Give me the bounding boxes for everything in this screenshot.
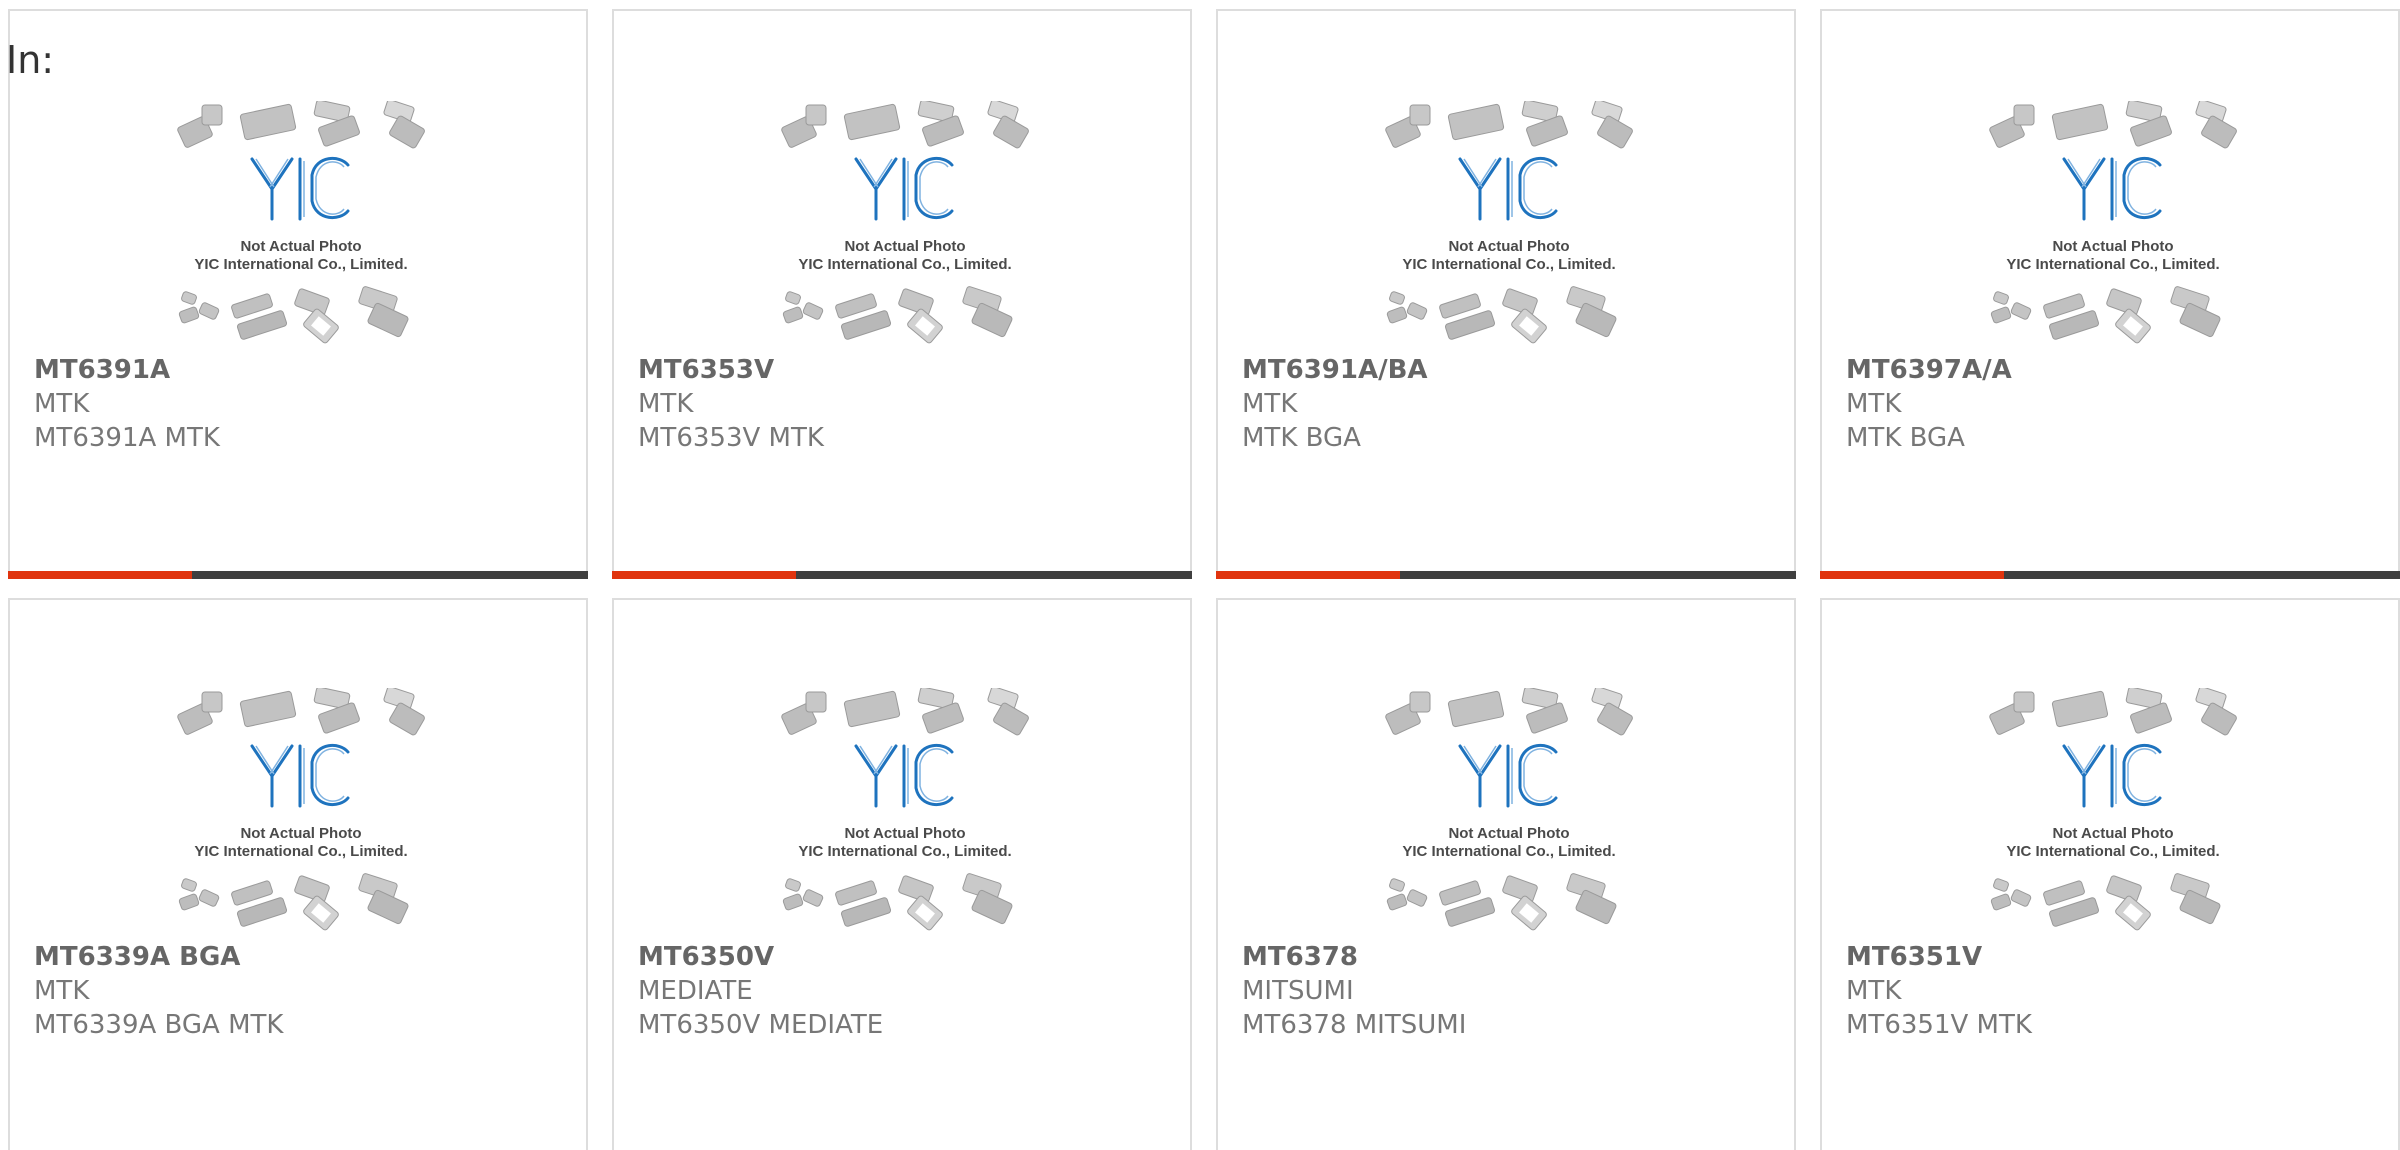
photo-caption-line1: Not Actual Photo [844, 238, 965, 255]
yic-logo-icon [854, 156, 954, 221]
product-card[interactable]: Not Actual Photo YIC International Co., L… [8, 9, 588, 579]
card-footer-bar [8, 571, 588, 579]
in-label: In: [6, 38, 55, 82]
product-description: MT6353V MTK [638, 423, 824, 453]
product-manufacturer: MTK [1242, 389, 1298, 419]
product-description: MTK BGA [1242, 423, 1361, 453]
product-part-number[interactable]: MT6391A [34, 353, 576, 387]
product-part-number[interactable]: MT6350V [638, 940, 1180, 974]
product-info: MT6378 MITSUMI MT6378 MITSUMI [1242, 940, 1784, 1042]
yic-logo-icon [2062, 743, 2162, 808]
product-manufacturer: MTK [1846, 976, 1902, 1006]
photo-caption-line1: Not Actual Photo [2052, 825, 2173, 842]
photo-caption-line2: YIC International Co., Limited. [2006, 843, 2219, 860]
product-part-number[interactable]: MT6397A/A [1846, 353, 2388, 387]
photo-caption-line1: Not Actual Photo [1448, 825, 1569, 842]
photo-caption-line1: Not Actual Photo [240, 825, 361, 842]
product-info: MT6350V MEDIATE MT6350V MEDIATE [638, 940, 1180, 1042]
product-info: MT6397A/A MTK MTK BGA [1846, 353, 2388, 455]
photo-caption-line2: YIC International Co., Limited. [194, 256, 407, 273]
product-card[interactable]: Not Actual Photo YIC International Co., L… [8, 598, 588, 1150]
product-part-number[interactable]: MT6353V [638, 353, 1180, 387]
product-photo[interactable]: Not Actual Photo YIC International Co., L… [774, 686, 1036, 936]
card-footer-accent [612, 571, 796, 579]
product-card[interactable]: Not Actual Photo YIC International Co., L… [612, 598, 1192, 1150]
product-info: MT6351V MTK MT6351V MTK [1846, 940, 2388, 1042]
yic-logo-icon [1458, 156, 1558, 221]
product-manufacturer: MTK [34, 976, 90, 1006]
product-description: MT6351V MTK [1846, 1010, 2032, 1040]
product-part-number[interactable]: MT6391A/BA [1242, 353, 1784, 387]
product-photo[interactable]: Not Actual Photo YIC International Co., L… [1982, 686, 2244, 936]
product-description: MT6350V MEDIATE [638, 1010, 884, 1040]
product-card[interactable]: Not Actual Photo YIC International Co., L… [1216, 598, 1796, 1150]
product-card[interactable]: Not Actual Photo YIC International Co., L… [1216, 9, 1796, 579]
photo-caption-line2: YIC International Co., Limited. [194, 843, 407, 860]
card-footer-accent [8, 571, 192, 579]
product-description: MT6391A MTK [34, 423, 220, 453]
photo-caption-line1: Not Actual Photo [2052, 238, 2173, 255]
product-card[interactable]: Not Actual Photo YIC International Co., L… [1820, 598, 2400, 1150]
product-photo[interactable]: Not Actual Photo YIC International Co., L… [1378, 686, 1640, 936]
product-photo[interactable]: Not Actual Photo YIC International Co., L… [774, 99, 1036, 349]
product-description: MT6378 MITSUMI [1242, 1010, 1467, 1040]
photo-caption-line1: Not Actual Photo [1448, 238, 1569, 255]
product-manufacturer: MITSUMI [1242, 976, 1354, 1006]
card-footer-bar [1820, 571, 2400, 579]
yic-logo-icon [1458, 743, 1558, 808]
product-photo[interactable]: Not Actual Photo YIC International Co., L… [1378, 99, 1640, 349]
yic-logo-icon [250, 156, 350, 221]
product-photo[interactable]: Not Actual Photo YIC International Co., L… [170, 686, 432, 936]
product-manufacturer: MEDIATE [638, 976, 753, 1006]
photo-caption-line1: Not Actual Photo [240, 238, 361, 255]
product-part-number[interactable]: MT6339A BGA [34, 940, 576, 974]
product-card[interactable]: Not Actual Photo YIC International Co., L… [1820, 9, 2400, 579]
photo-caption-line2: YIC International Co., Limited. [798, 256, 1011, 273]
product-card[interactable]: Not Actual Photo YIC International Co., L… [612, 9, 1192, 579]
yic-logo-icon [854, 743, 954, 808]
photo-caption-line1: Not Actual Photo [844, 825, 965, 842]
product-part-number[interactable]: MT6378 [1242, 940, 1784, 974]
card-footer-bar [612, 571, 1192, 579]
product-photo[interactable]: Not Actual Photo YIC International Co., L… [1982, 99, 2244, 349]
photo-caption-line2: YIC International Co., Limited. [798, 843, 1011, 860]
product-manufacturer: MTK [1846, 389, 1902, 419]
card-footer-accent [1216, 571, 1400, 579]
product-description: MTK BGA [1846, 423, 1965, 453]
product-part-number[interactable]: MT6351V [1846, 940, 2388, 974]
product-manufacturer: MTK [34, 389, 90, 419]
card-footer-bar [1216, 571, 1796, 579]
photo-caption-line2: YIC International Co., Limited. [2006, 256, 2219, 273]
yic-logo-icon [250, 743, 350, 808]
product-info: MT6339A BGA MTK MT6339A BGA MTK [34, 940, 576, 1042]
product-manufacturer: MTK [638, 389, 694, 419]
product-description: MT6339A BGA MTK [34, 1010, 284, 1040]
product-photo[interactable]: Not Actual Photo YIC International Co., L… [170, 99, 432, 349]
yic-logo-icon [2062, 156, 2162, 221]
product-info: MT6391A/BA MTK MTK BGA [1242, 353, 1784, 455]
photo-caption-line2: YIC International Co., Limited. [1402, 843, 1615, 860]
product-info: MT6353V MTK MT6353V MTK [638, 353, 1180, 455]
card-footer-accent [1820, 571, 2004, 579]
product-info: MT6391A MTK MT6391A MTK [34, 353, 576, 455]
photo-caption-line2: YIC International Co., Limited. [1402, 256, 1615, 273]
product-grid-page: In: Not Actual Photo YIC International Co… [0, 0, 2400, 1150]
